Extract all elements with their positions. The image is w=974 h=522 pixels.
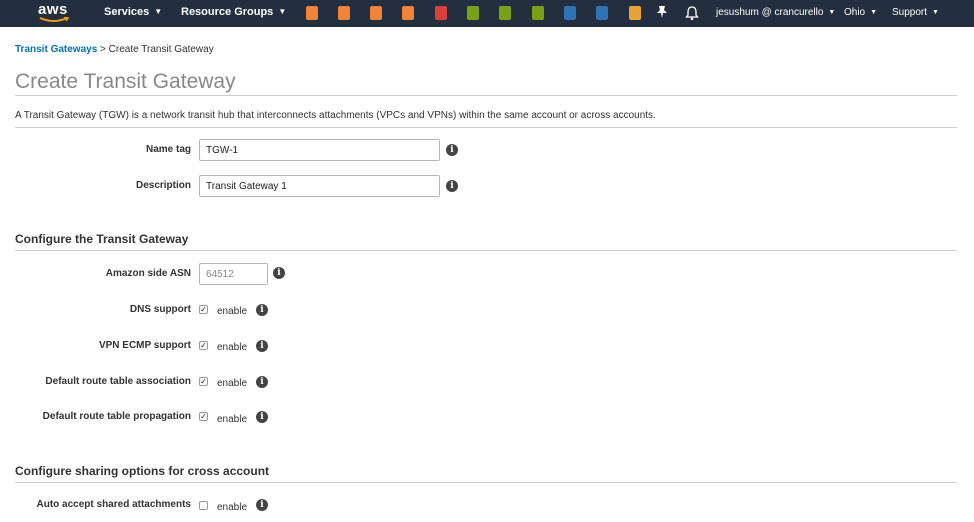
aws-logo-text: aws <box>38 1 68 18</box>
sharing-section-title: Configure sharing options for cross acco… <box>15 464 270 478</box>
lambda-icon[interactable] <box>338 6 350 20</box>
cloudfront-icon[interactable] <box>532 6 544 20</box>
configure-section-divider <box>15 250 957 251</box>
region-menu[interactable]: Ohio ▼ <box>844 7 877 18</box>
chevron-down-icon: ▼ <box>828 9 836 16</box>
elastic-beanstalk-icon[interactable] <box>402 6 414 20</box>
asn-label: Amazon side ASN <box>105 268 191 279</box>
auto-accept-label: Auto accept shared attachments <box>36 499 192 510</box>
enable-label: enable <box>217 342 248 353</box>
ecs-icon[interactable] <box>370 6 382 20</box>
vpn-ecmp-support-label: VPN ECMP support <box>98 340 191 351</box>
asn-input[interactable] <box>199 263 268 285</box>
bell-icon[interactable] <box>685 5 699 21</box>
pin-icon[interactable] <box>656 5 668 19</box>
info-icon[interactable]: i <box>446 144 458 156</box>
info-icon[interactable]: i <box>256 376 268 388</box>
enable-label: enable <box>217 502 248 513</box>
resource-groups-menu[interactable]: Resource Groups ▼ <box>181 6 286 18</box>
title-divider <box>15 95 957 96</box>
page-title: Create Transit Gateway <box>15 70 236 93</box>
account-menu[interactable]: jesushum @ crancurello ▼ <box>716 7 835 18</box>
rds-icon[interactable] <box>596 6 608 20</box>
ec2-icon[interactable] <box>306 6 318 20</box>
breadcrumb: Transit Gateways > Create Transit Gatewa… <box>15 44 214 55</box>
breadcrumb-link-transit-gateways[interactable]: Transit Gateways <box>15 44 97 55</box>
region-label: Ohio <box>844 7 866 18</box>
route53-icon[interactable] <box>499 6 511 20</box>
aws-logo[interactable]: aws <box>38 2 70 24</box>
dns-support-label: DNS support <box>129 304 191 315</box>
account-label: jesushum @ crancurello <box>716 7 824 18</box>
top-navigation-bar: aws Services ▼ Resource Groups ▼ jesushum … <box>0 0 974 27</box>
info-icon[interactable]: i <box>256 499 268 511</box>
info-icon[interactable]: i <box>256 411 268 423</box>
enable-label: enable <box>217 378 248 389</box>
default-route-table-propagation-label: Default route table propagation <box>42 411 191 422</box>
breadcrumb-current: Create Transit Gateway <box>108 44 214 55</box>
enable-label: enable <box>217 306 248 317</box>
breadcrumb-separator: > <box>100 44 106 55</box>
info-icon[interactable]: i <box>256 340 268 352</box>
sharing-section-divider <box>15 482 957 483</box>
info-icon[interactable]: i <box>446 180 458 192</box>
name-tag-label: Name tag <box>145 144 191 155</box>
description-label: Description <box>135 180 191 191</box>
vpc-icon[interactable] <box>467 6 479 20</box>
configure-section-title: Configure the Transit Gateway <box>15 232 189 246</box>
dynamodb-icon[interactable] <box>564 6 576 20</box>
aws-smile-icon <box>39 17 69 22</box>
chevron-down-icon: ▼ <box>278 7 287 16</box>
description-input[interactable] <box>199 175 440 197</box>
auto-accept-checkbox[interactable] <box>199 501 208 510</box>
default-route-table-association-checkbox[interactable]: ✓ <box>199 377 208 386</box>
enable-label: enable <box>217 414 248 425</box>
chevron-down-icon: ▼ <box>932 9 939 16</box>
page-description: A Transit Gateway (TGW) is a network tra… <box>15 110 656 121</box>
vpn-ecmp-support-checkbox[interactable]: ✓ <box>199 341 208 350</box>
dns-support-checkbox[interactable]: ✓ <box>199 305 208 314</box>
services-label: Services <box>104 6 150 18</box>
default-route-table-association-label: Default route table association <box>45 376 191 387</box>
resource-groups-label: Resource Groups <box>181 6 274 18</box>
s3-icon[interactable] <box>629 6 641 20</box>
ecr-icon[interactable] <box>435 6 447 20</box>
chevron-down-icon: ▼ <box>870 9 878 16</box>
default-route-table-propagation-checkbox[interactable]: ✓ <box>199 412 208 421</box>
name-tag-input[interactable] <box>199 139 440 161</box>
info-icon[interactable]: i <box>273 267 285 279</box>
services-menu[interactable]: Services ▼ <box>104 6 162 18</box>
support-menu[interactable]: Support ▼ <box>892 7 939 18</box>
info-icon[interactable]: i <box>256 304 268 316</box>
chevron-down-icon: ▼ <box>154 7 163 16</box>
description-divider <box>15 127 957 128</box>
support-label: Support <box>892 7 928 18</box>
